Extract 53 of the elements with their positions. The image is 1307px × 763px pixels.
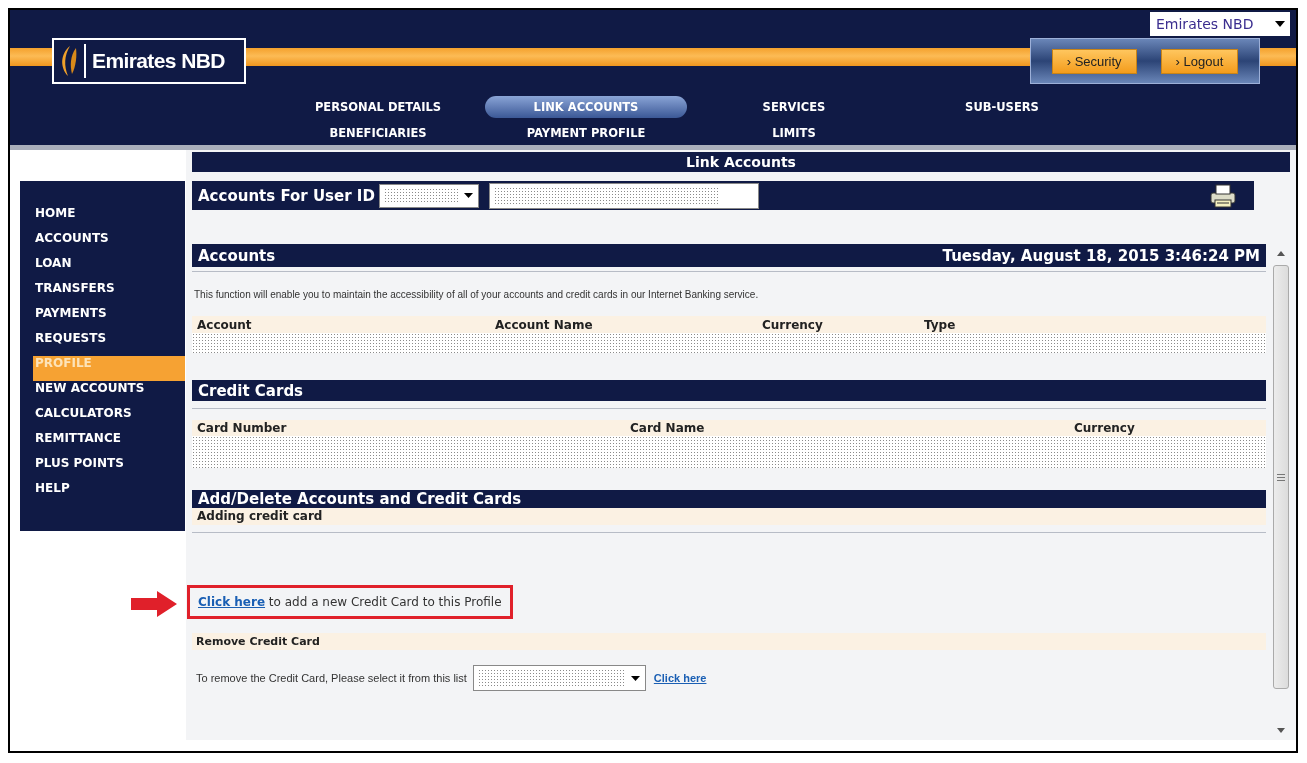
sidebar-item[interactable]: HELP bbox=[33, 481, 185, 506]
section-title: Accounts bbox=[198, 246, 276, 265]
grip-icon bbox=[1277, 473, 1285, 481]
nav-tab[interactable]: PERSONAL DETAILS bbox=[277, 96, 479, 118]
section-title: Add/Delete Accounts and Credit Cards bbox=[198, 490, 522, 508]
column-header: Currency bbox=[1074, 421, 1136, 435]
nav-tab[interactable]: PAYMENT PROFILE bbox=[485, 122, 687, 144]
sidebar-item[interactable]: REQUESTS bbox=[33, 331, 185, 356]
subsection-title: Remove Credit Card bbox=[192, 633, 1266, 650]
column-header: Card Number bbox=[197, 421, 288, 435]
instruction-text: To remove the Credit Card, Please select it from this list bbox=[196, 672, 467, 684]
subsection-title: Adding credit card bbox=[192, 508, 1266, 525]
section-title: Credit Cards bbox=[198, 381, 304, 400]
nav-tab[interactable]: LINK ACCOUNTS bbox=[485, 96, 687, 118]
arrow-icon bbox=[131, 591, 177, 617]
user-id-select[interactable] bbox=[378, 183, 479, 208]
sidebar-item[interactable]: LOAN bbox=[33, 256, 185, 281]
scroll-up-icon[interactable] bbox=[1277, 251, 1285, 256]
language-select[interactable]: Emirates NBD bbox=[1150, 12, 1290, 36]
column-header: Type bbox=[924, 317, 957, 332]
sidebar-item[interactable]: CALCULATORS bbox=[33, 406, 185, 431]
column-header: Account bbox=[197, 317, 253, 332]
header-button[interactable]: › Security bbox=[1051, 48, 1137, 74]
column-header: Account Name bbox=[495, 317, 594, 332]
nav-tab[interactable]: LIMITS bbox=[693, 122, 895, 144]
link[interactable]: Click here bbox=[653, 672, 707, 684]
caret-icon bbox=[630, 675, 640, 681]
column-header: Currency bbox=[762, 317, 824, 332]
caret-icon bbox=[1275, 21, 1285, 27]
user-name-field[interactable] bbox=[488, 182, 759, 209]
sidebar-item[interactable]: HOME bbox=[33, 206, 185, 231]
printer-icon[interactable] bbox=[1209, 182, 1237, 209]
caret-icon bbox=[463, 193, 473, 198]
logo: Emirates NBD bbox=[52, 38, 246, 84]
column-header: Card Name bbox=[630, 421, 706, 435]
nav-tab[interactable]: BENEFICIARIES bbox=[277, 122, 479, 144]
add-instruction: Click here to add a new Credit Card to this Profile bbox=[198, 595, 502, 609]
nav-tab[interactable]: SUB-USERS bbox=[901, 96, 1103, 118]
sidebar-item[interactable]: TRANSFERS bbox=[33, 281, 185, 306]
header-button[interactable]: › Logout bbox=[1160, 48, 1239, 74]
sidebar-item[interactable]: PLUS POINTS bbox=[33, 456, 185, 481]
sidebar-item[interactable]: NEW ACCOUNTS bbox=[33, 381, 185, 406]
page-title-bar: Link Accounts bbox=[192, 152, 1290, 172]
scroll-down-icon[interactable] bbox=[1277, 728, 1285, 733]
link[interactable]: Click here bbox=[198, 595, 266, 609]
credit-card-select[interactable] bbox=[472, 665, 646, 691]
sidebar-item[interactable]: ACCOUNTS bbox=[33, 231, 185, 256]
nav-tab[interactable]: SERVICES bbox=[693, 96, 895, 118]
timestamp: Tuesday, August 18, 2015 3:46:24 PM bbox=[942, 246, 1260, 265]
description-text: This function will enable you to maintain the accessibility of all of your accounts and credit cards in our Internet Banking service. bbox=[193, 289, 760, 300]
user-id-label: Accounts For User ID bbox=[198, 186, 375, 205]
sidebar-item[interactable]: PAYMENTS bbox=[33, 306, 185, 331]
sidebar-item[interactable]: REMITTANCE bbox=[33, 431, 185, 456]
